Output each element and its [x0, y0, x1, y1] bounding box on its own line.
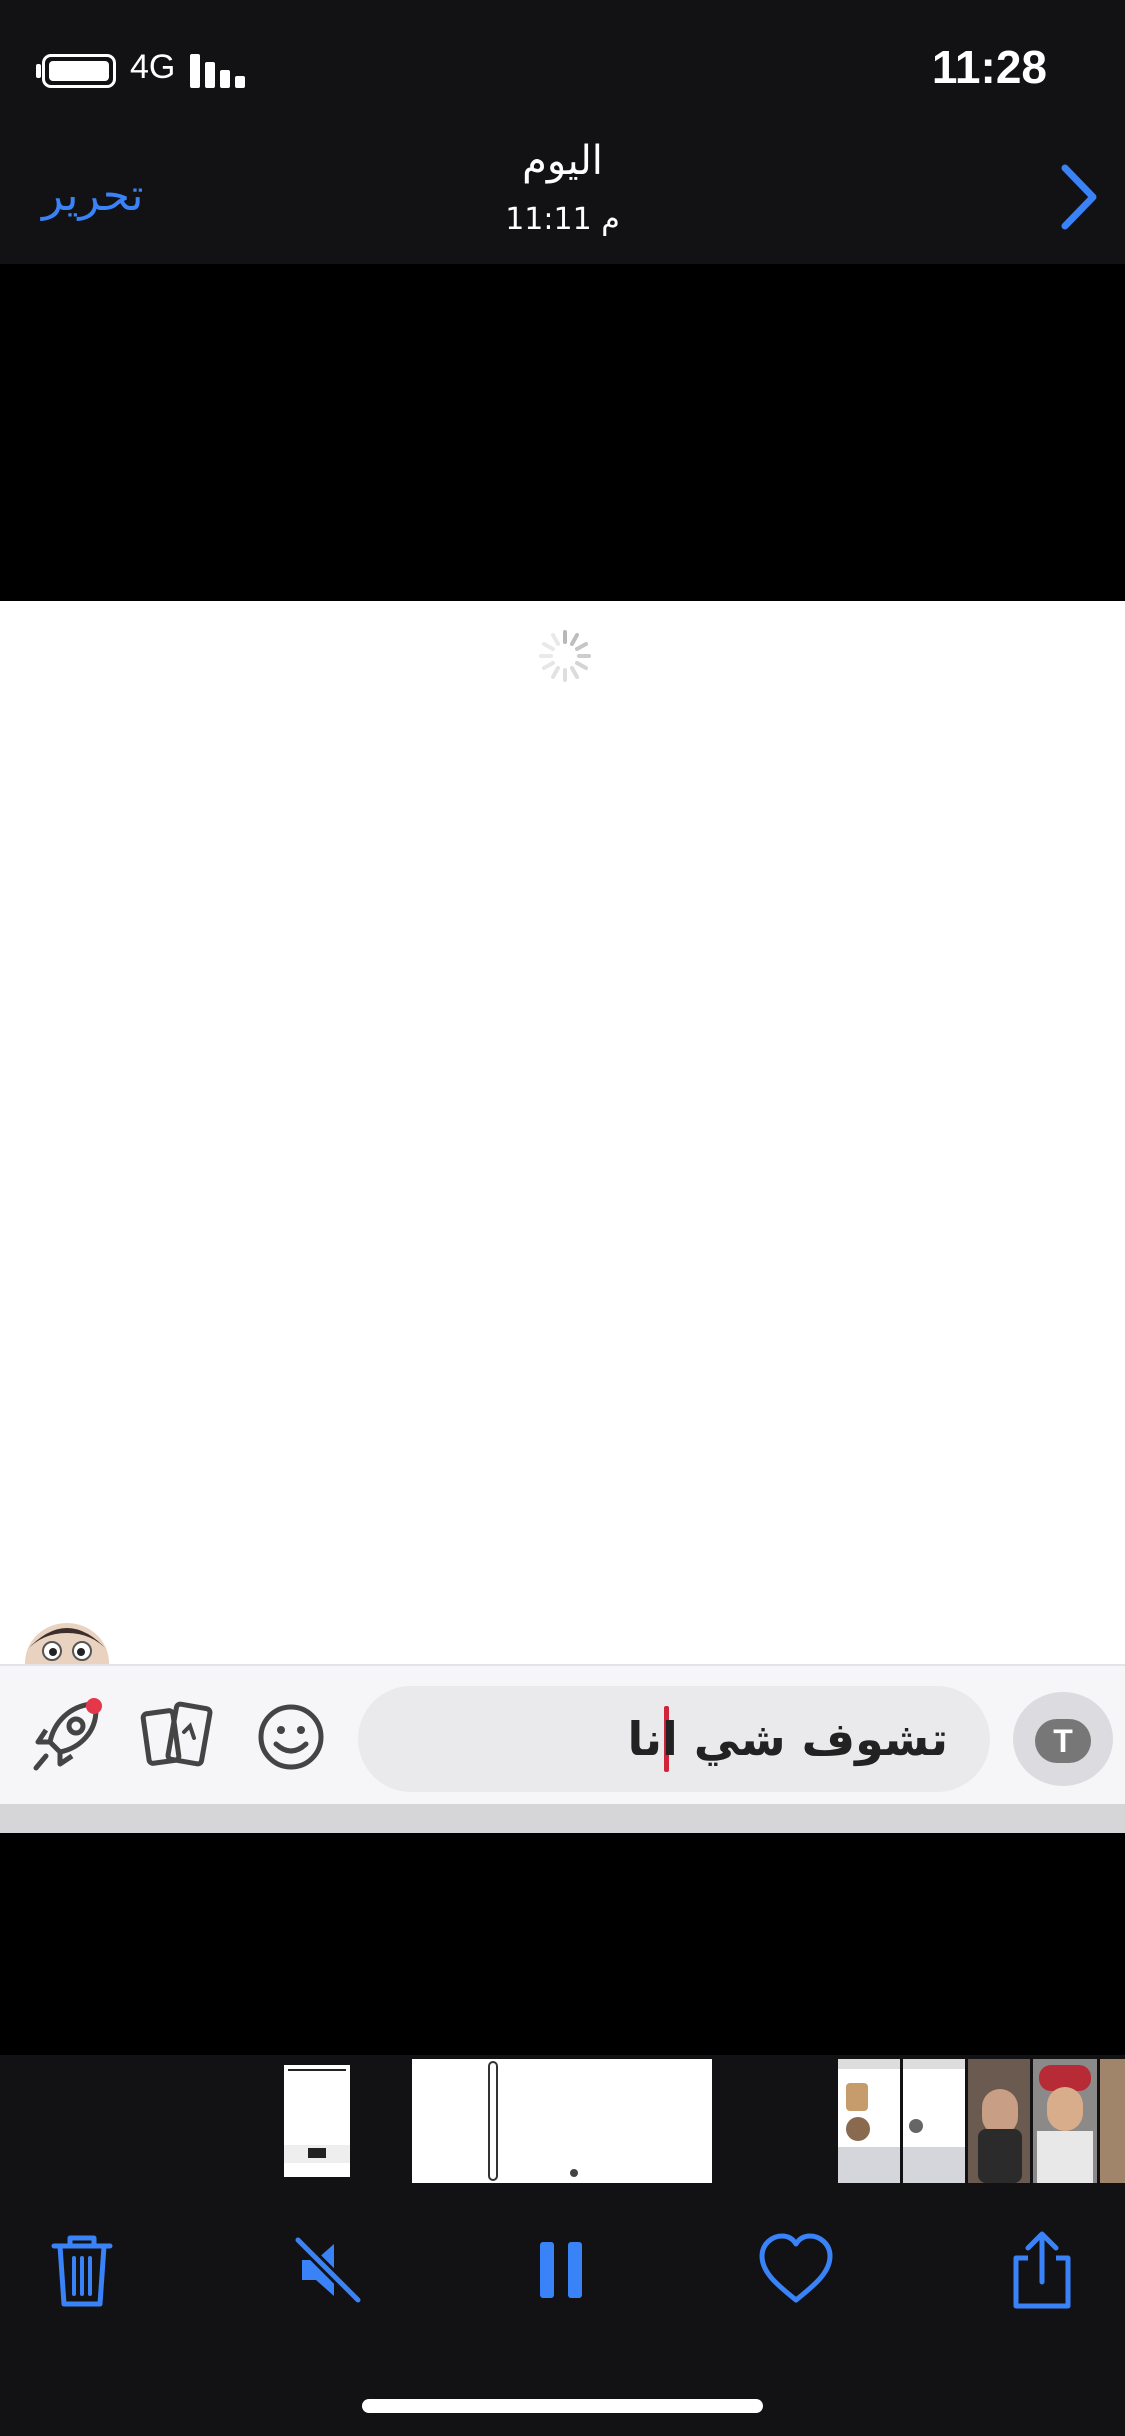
signal-icon — [190, 52, 250, 88]
thumbnail[interactable] — [838, 2059, 900, 2183]
heart-icon[interactable] — [756, 2230, 836, 2310]
thumbnail[interactable] — [1100, 2059, 1125, 2183]
rocket-icon[interactable] — [30, 1696, 104, 1776]
message-input-text: تشوف شي انا — [627, 1712, 948, 1766]
loading-spinner-icon — [539, 630, 591, 682]
thumbnail[interactable] — [284, 2065, 350, 2177]
battery-cap — [36, 64, 41, 78]
trash-icon[interactable] — [42, 2230, 122, 2310]
message-input-bar: تشوف شي انا T — [0, 1664, 1125, 1804]
share-icon[interactable] — [1002, 2230, 1082, 2310]
clock: 11:28 — [931, 41, 1047, 93]
memoji-icon — [25, 1623, 109, 1667]
nav-title: اليوم — [522, 138, 603, 184]
chevron-right-icon[interactable] — [1057, 162, 1101, 232]
nav-bar: تحرير اليوم 11:11 م — [0, 132, 1125, 264]
text-style-icon: T — [1035, 1719, 1091, 1763]
thumbnail[interactable] — [1033, 2059, 1097, 2183]
thumbnail[interactable] — [903, 2059, 965, 2183]
cards-icon[interactable] — [140, 1698, 214, 1772]
thumbnail-strip[interactable] — [0, 2055, 1125, 2185]
battery-icon — [42, 54, 116, 88]
toolbar — [0, 2185, 1125, 2436]
status-bar: 4G 11:28 — [0, 0, 1125, 132]
home-indicator[interactable] — [362, 2399, 763, 2413]
letterbox-bottom — [0, 1833, 1125, 2055]
message-input[interactable]: تشوف شي انا — [358, 1686, 990, 1792]
mute-icon[interactable] — [288, 2230, 368, 2310]
keyboard-edge — [0, 1804, 1125, 1833]
thumbnail[interactable] — [968, 2059, 1030, 2183]
smiley-icon[interactable] — [256, 1702, 326, 1772]
text-style-button[interactable]: T — [1013, 1692, 1113, 1786]
photo-viewer[interactable]: تشوف شي انا T — [0, 601, 1125, 1833]
letterbox-top — [0, 264, 1125, 601]
nav-subtitle: 11:11 م — [505, 202, 620, 237]
pause-icon[interactable] — [522, 2230, 602, 2310]
thumbnail-current[interactable] — [412, 2059, 712, 2183]
network-label: 4G — [130, 48, 176, 86]
